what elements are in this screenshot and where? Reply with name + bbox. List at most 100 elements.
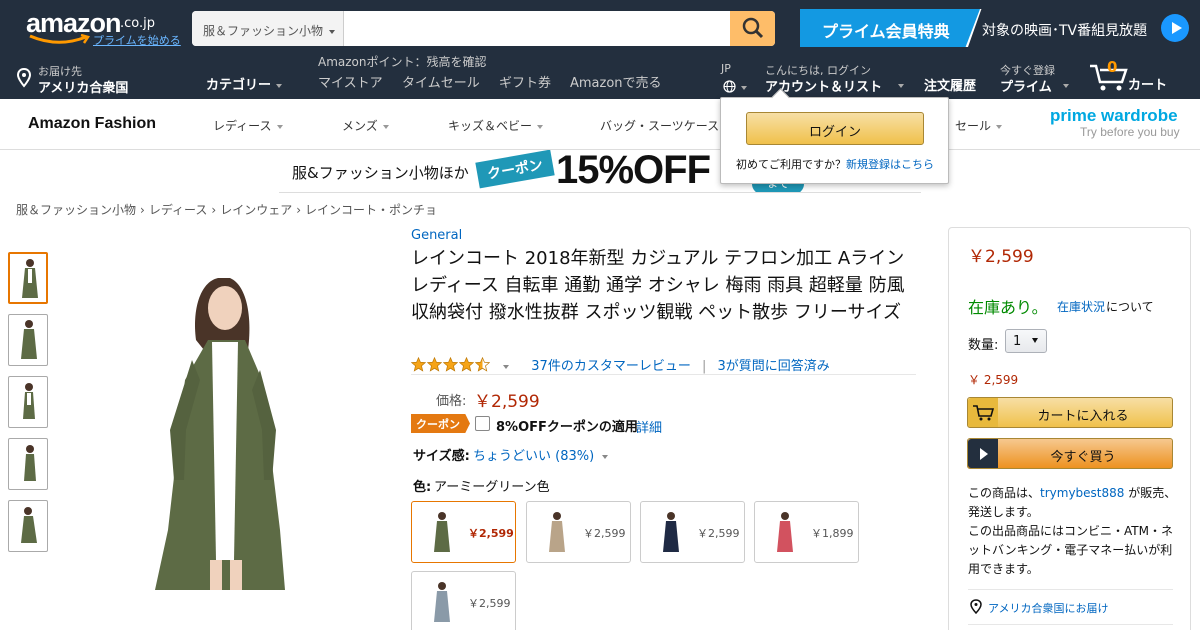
search-button[interactable] [730, 11, 775, 46]
star-rating[interactable] [411, 357, 513, 374]
chevron-down-icon [898, 84, 904, 88]
register-link[interactable]: 新規登録はこちら [846, 156, 934, 172]
brand-link[interactable]: General [411, 228, 462, 243]
coat-swatch-image [549, 512, 565, 552]
color-swatch-navy[interactable]: ￥2,599 [640, 501, 745, 563]
fashion-title[interactable]: Amazon Fashion [28, 115, 156, 133]
breadcrumb-item[interactable]: レインウェア [220, 203, 292, 217]
prime-wardrobe-logo[interactable]: prime wardrobe Try before you buy [1050, 106, 1190, 142]
cart-count: 0 [1107, 58, 1118, 76]
fashion-item-bags[interactable]: バッグ・スーツケース [600, 117, 719, 134]
nav-link-timesale[interactable]: タイムセール [402, 72, 480, 91]
buy-box: ￥2,599 在庫あり。 在庫状況 について 数量: 1 ￥ 2,599 カート… [948, 227, 1191, 630]
chevron-down-icon [1032, 338, 1038, 343]
color-swatch-red[interactable]: ￥1,899 [754, 501, 859, 563]
seller-link[interactable]: trymybest888 [1040, 486, 1124, 500]
star-full-icon [427, 357, 442, 372]
search-input[interactable] [345, 11, 730, 46]
seller-info: この商品は、trymybest888 が販売、発送します。 [968, 484, 1178, 522]
buybox-price-small: ￥ 2,599 [968, 373, 1019, 387]
category-menu[interactable]: カテゴリー [206, 74, 283, 93]
search-category-select[interactable]: 服＆ファッション小物 [192, 11, 344, 46]
chevron-down-icon [1063, 84, 1069, 88]
size-fit-value: ちょうどいい (83%) [473, 449, 595, 464]
prime-start-link[interactable]: プライムを始める [93, 32, 181, 48]
coat-swatch-image [663, 512, 679, 552]
login-button[interactable]: ログイン [746, 112, 924, 145]
chevron-down-icon [329, 29, 336, 34]
category-label: カテゴリー [206, 78, 272, 93]
thumbnail-4[interactable] [8, 438, 48, 490]
star-half-icon [475, 357, 490, 372]
coat-thumbnail-image [24, 445, 36, 481]
size-label: サイズ感: [413, 449, 470, 464]
color-label: 色: [413, 480, 432, 495]
reviews-link[interactable]: 37件のカスタマーレビュー [531, 359, 691, 374]
seller-pre: この商品は、 [968, 486, 1041, 500]
color-swatch-army-green[interactable]: ￥2,599 [411, 501, 516, 563]
swatch-price: ￥1,899 [811, 527, 854, 540]
fashion-item-kids[interactable]: キッズ＆ベビー [448, 117, 544, 134]
chevron-down-icon [741, 86, 747, 90]
breadcrumb-item[interactable]: レディース [149, 203, 208, 217]
thumbnail-2[interactable] [8, 314, 48, 366]
stock-status-tail: について [1106, 300, 1154, 314]
separator: | [701, 359, 707, 374]
nav-link-giftcard[interactable]: ギフト券 [499, 72, 551, 91]
deliver-location: アメリカ合衆国 [38, 81, 129, 96]
prime-wardrobe-tagline: Try before you buy [1080, 125, 1180, 139]
coat-thumbnail-image [21, 507, 37, 543]
swatch-price: ￥2,599 [468, 527, 514, 540]
stock-status-link[interactable]: 在庫状況 [1057, 298, 1105, 315]
deliver-link[interactable]: アメリカ合衆国にお届け [988, 600, 1108, 616]
deliver-to[interactable]: お届け先 アメリカ合衆国 [15, 61, 175, 96]
product-title: レインコート 2018年新型 カジュアル テフロン加工 Aライン レディース 自… [411, 248, 905, 323]
buy-now-button[interactable]: 今すぐ買う [967, 438, 1173, 469]
qa-link[interactable]: 3が質問に回答済み [718, 359, 830, 374]
nav-link-mystore[interactable]: マイストア [318, 72, 383, 91]
chevron-down-icon [503, 364, 510, 369]
breadcrumb-item[interactable]: レインコート・ポンチョ [305, 203, 437, 217]
add-to-cart-button[interactable]: カートに入れる [967, 397, 1173, 428]
thumbnail-5[interactable] [8, 500, 48, 552]
breadcrumb-item[interactable]: 服＆ファッション小物 [16, 203, 136, 217]
order-history-link[interactable]: 注文履歴 [924, 75, 976, 94]
prime-video-banner[interactable]: プライム会員特典 対象の映画･TV番組見放題 [800, 9, 1192, 47]
coupon-checkbox[interactable] [475, 416, 490, 431]
fashion-item-ladies[interactable]: レディース [213, 117, 283, 134]
color-swatch-grey[interactable]: ￥2,599 [411, 571, 516, 630]
language-selector[interactable]: JP [720, 61, 756, 95]
star-full-icon [411, 357, 426, 372]
coat-thumbnail-image [23, 383, 35, 419]
color-swatch-beige[interactable]: ￥2,599 [526, 501, 631, 563]
points-link[interactable]: Amazonポイント：残高を確認 [318, 53, 487, 70]
swatch-price: ￥2,599 [697, 527, 740, 540]
size-fit-link[interactable]: ちょうどいい (83%) [473, 445, 609, 464]
fashion-item-label: セール [955, 119, 992, 133]
thumbnail-1[interactable] [8, 252, 48, 304]
cart-label: カート [1128, 78, 1168, 93]
coupon-detail-link[interactable]: 詳細 [636, 417, 662, 436]
fashion-item-mens[interactable]: メンズ [342, 117, 389, 134]
thumbnail-3[interactable] [8, 376, 48, 428]
coat-thumbnail-image [21, 320, 37, 359]
quantity-select[interactable]: 1 [1005, 329, 1047, 353]
promo-lead: 服&ファッション小物ほか [292, 164, 469, 182]
main-product-image[interactable] [100, 230, 360, 612]
logo-suffix: .co.jp [120, 16, 156, 31]
prime-menu[interactable]: 今すぐ登録 プライム [1000, 61, 1075, 95]
amazon-logo[interactable]: amazon .co.jp プライムを始める [26, 8, 186, 48]
chevron-down-icon [537, 124, 544, 129]
stock-status: 在庫あり。 [968, 298, 1048, 317]
raincoat-model-image [155, 278, 285, 590]
cart-button[interactable]: 0 カート [1088, 58, 1178, 96]
star-full-icon [443, 357, 458, 372]
account-menu[interactable]: こんにちは, ログイン アカウント＆リスト [765, 61, 910, 95]
chevron-right-icon: › [296, 203, 302, 217]
play-icon [1161, 14, 1189, 42]
fashion-item-label: メンズ [342, 119, 378, 133]
nav-link-sell[interactable]: Amazonで売る [570, 72, 662, 91]
fashion-item-sale[interactable]: セール [955, 117, 1003, 134]
chevron-down-icon [996, 124, 1003, 129]
coat-swatch-image [434, 582, 450, 622]
